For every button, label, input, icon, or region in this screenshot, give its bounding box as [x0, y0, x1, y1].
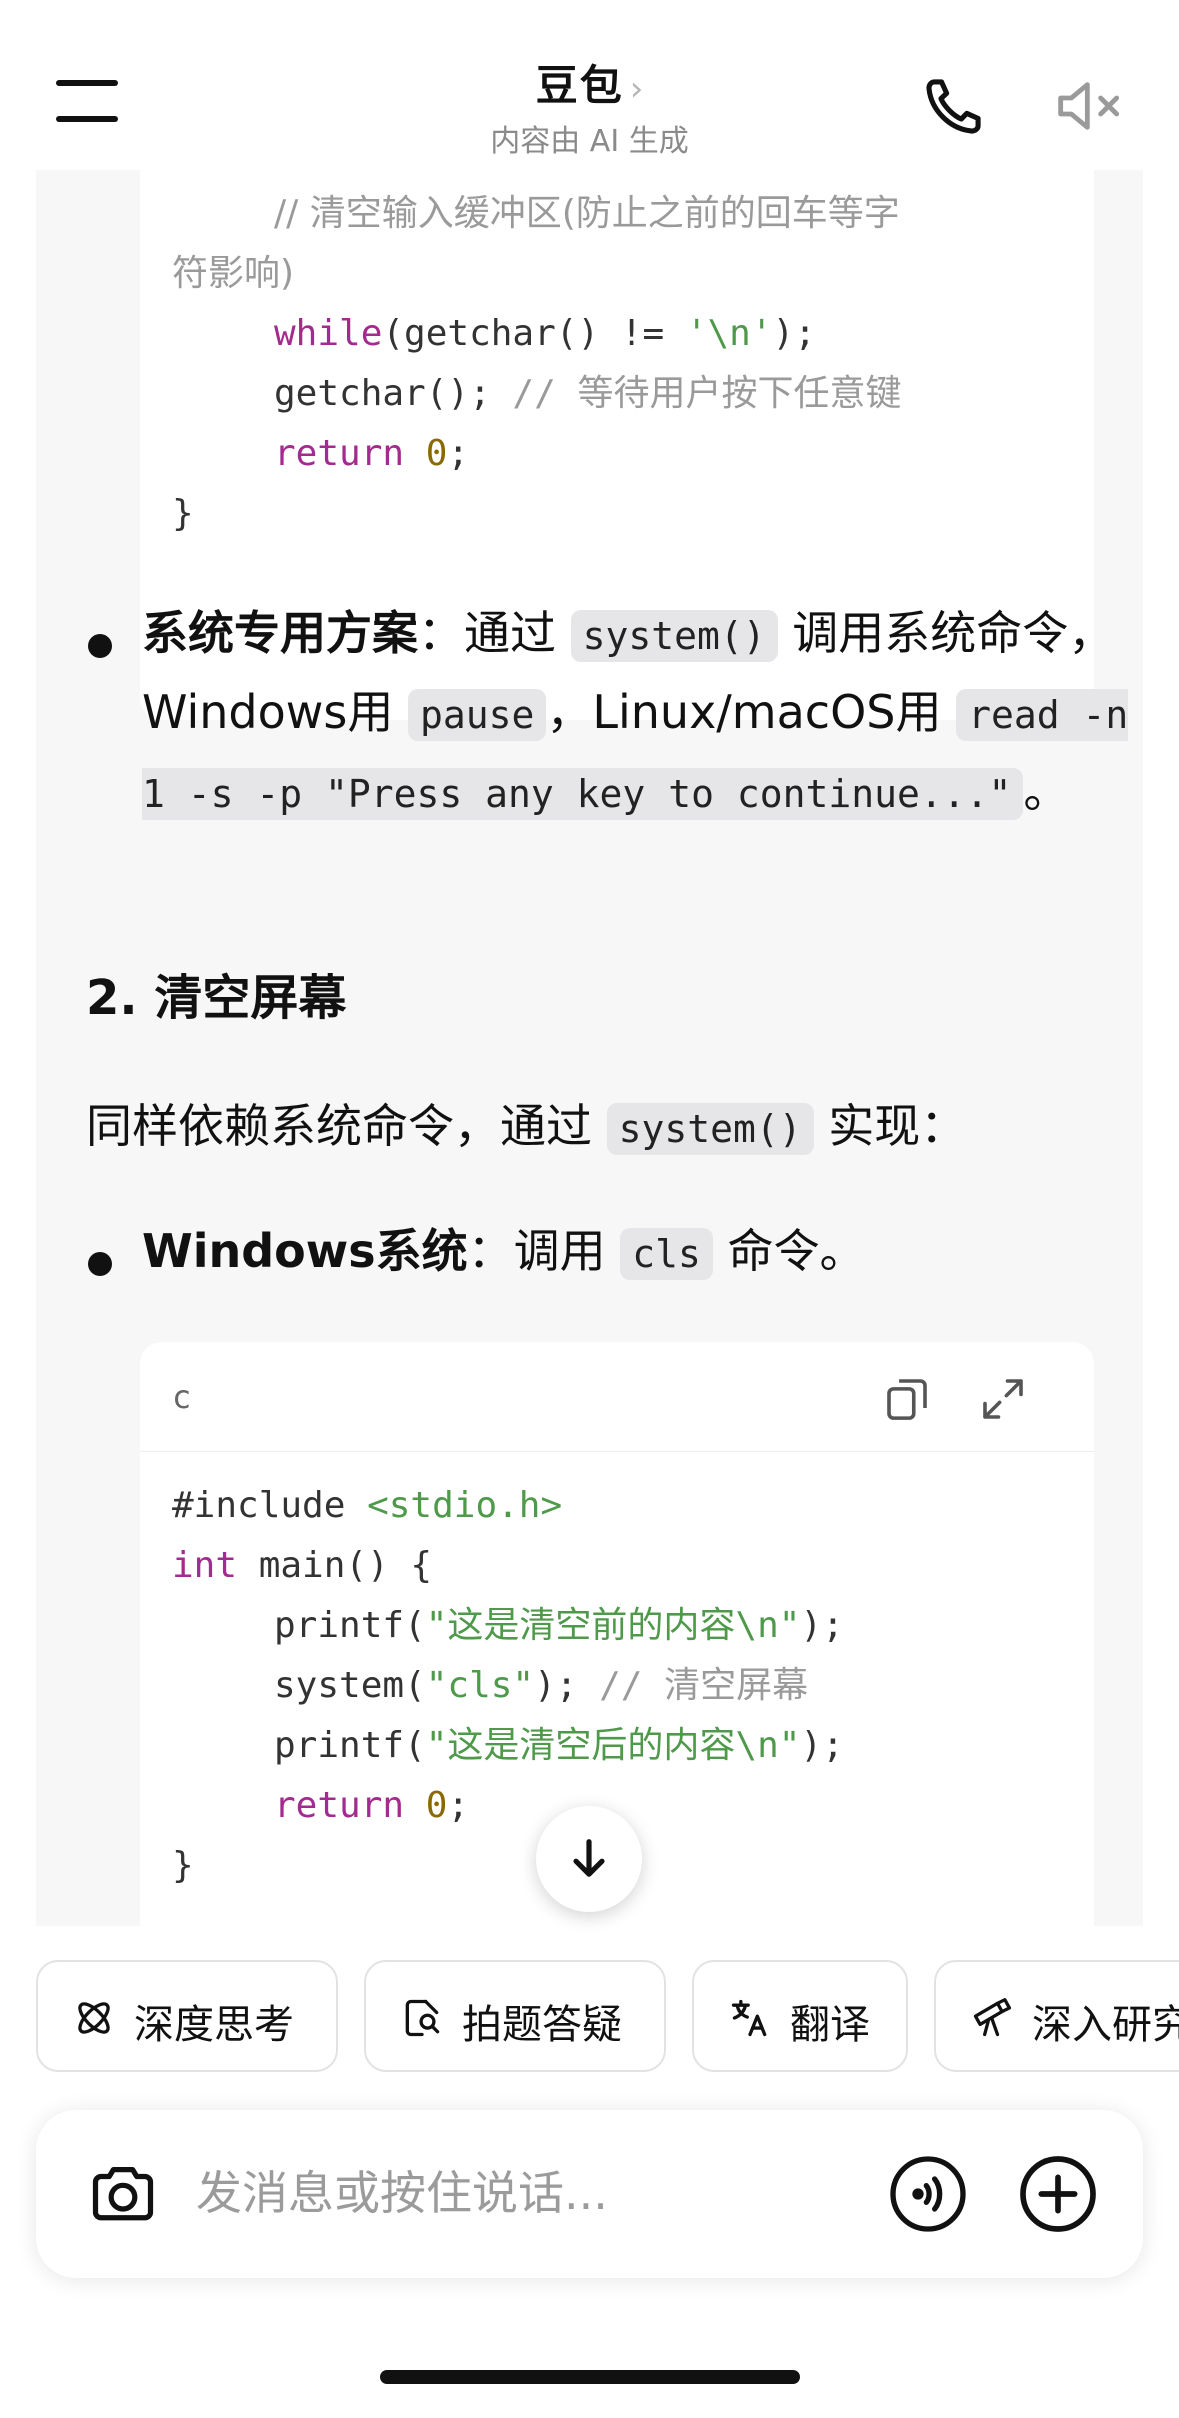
code-token: // 清空输入缓冲区(防止之前的回车等字 — [274, 193, 900, 234]
code-token: getchar(); — [274, 373, 513, 414]
inline-code: system() — [606, 1103, 814, 1155]
code-token: main() { — [237, 1545, 433, 1586]
atom-icon — [78, 2002, 110, 2034]
telescope-icon — [973, 1998, 1012, 2037]
conversation-title[interactable]: 豆包 › — [0, 52, 1179, 113]
code-token: int — [172, 1545, 238, 1586]
code-token: '\n' — [685, 313, 773, 354]
code-token: printf( — [274, 1605, 426, 1646]
chip-photo-question[interactable]: 拍题答疑 — [364, 1960, 666, 2072]
code-token: while — [274, 313, 383, 354]
code-token: (getchar() != — [382, 313, 686, 354]
message-input[interactable] — [196, 2158, 876, 2228]
code-token: <stdio.h> — [367, 1485, 563, 1526]
home-indicator — [380, 2370, 800, 2384]
section-heading: 2. 清空屏幕 — [86, 970, 347, 1026]
code-token: "cls" — [425, 1665, 535, 1706]
chip-deep-research[interactable]: 深入研究 — [934, 1960, 1179, 2072]
code-lines: // 清空输入缓冲区(防止之前的回车等字符影响) while(getchar() … — [140, 170, 1094, 544]
code-line: printf("这是清空前的内容\n"); — [172, 1596, 1094, 1656]
code-line: system("cls"); // 清空屏幕 — [172, 1656, 1094, 1716]
camera-icon[interactable] — [86, 2160, 160, 2226]
ai-generated-note: 内容由 AI 生成 — [490, 124, 689, 159]
chip-translate[interactable]: 翻译 — [692, 1960, 908, 2072]
code-token: 符影响) — [172, 253, 295, 294]
code-token: "这是清空前的内容\n" — [425, 1605, 801, 1646]
bullet-windows: Windows系统：调用 cls 命令。 — [142, 1224, 866, 1280]
speaker-muted-icon[interactable] — [1052, 74, 1128, 138]
chevron-right-icon: › — [629, 69, 644, 109]
code-language: c — [172, 1378, 192, 1416]
code-token: } — [172, 493, 194, 534]
top-bar: 豆包 › 内容由 AI 生成 — [0, 0, 1179, 170]
code-token: "这是清空后的内容\n" — [425, 1725, 801, 1766]
paragraph: 同样依赖系统命令，通过 system() 实现： — [86, 1099, 967, 1155]
code-token: // — [599, 1665, 665, 1706]
arrow-down-icon — [573, 1839, 605, 1877]
code-token: 0 — [425, 1785, 448, 1826]
code-token: 0 — [425, 433, 448, 474]
voice-call-icon[interactable] — [888, 2154, 968, 2234]
bullet-dot — [88, 634, 112, 658]
code-token: return — [274, 433, 405, 474]
code-token: #include — [172, 1485, 368, 1526]
code-header: c — [140, 1342, 1094, 1452]
inline-code: cls — [620, 1228, 713, 1280]
code-line: return 0; — [172, 424, 1094, 484]
bullet-system-solution: 系统专用方案：通过 system() 调用系统命令，Windows用 pause… — [142, 606, 1129, 820]
code-token: return — [274, 1785, 405, 1826]
quick-action-chips: 深度思考 拍题答疑 翻译 深入研究 — [0, 1960, 1179, 2078]
code-token: ; — [447, 1785, 470, 1826]
copy-icon[interactable] — [880, 1372, 934, 1426]
code-token: } — [172, 1845, 194, 1886]
bullet-dot — [88, 1252, 112, 1276]
translate-icon — [731, 1999, 767, 2037]
code-line: 符影响) — [172, 244, 1094, 304]
code-line: while(getchar() != '\n'); — [172, 304, 1094, 364]
code-line: } — [172, 484, 1094, 544]
code-line: int main() { — [172, 1536, 1094, 1596]
code-token: ); — [534, 1665, 600, 1706]
code-token: system( — [274, 1665, 426, 1706]
code-token: ; — [447, 433, 470, 474]
code-token: printf( — [274, 1725, 426, 1766]
code-line: getchar(); // 等待用户按下任意键 — [172, 364, 1094, 424]
code-token: ); — [800, 1605, 844, 1646]
code-token: // — [512, 373, 578, 414]
photo-question-icon — [405, 1999, 440, 2037]
scroll-to-bottom-button[interactable] — [536, 1806, 642, 1912]
code-token: 等待用户按下任意键 — [577, 373, 902, 414]
expand-icon[interactable] — [976, 1372, 1030, 1426]
code-token: ); — [800, 1725, 844, 1766]
inline-code: pause — [407, 689, 547, 741]
code-line: printf("这是清空后的内容\n"); — [172, 1716, 1094, 1776]
code-token: 清空屏幕 — [664, 1665, 809, 1706]
chat-content[interactable]: // 清空输入缓冲区(防止之前的回车等字符影响) while(getchar() … — [36, 170, 1143, 1926]
code-line: // 清空输入缓冲区(防止之前的回车等字 — [172, 184, 1094, 244]
message-composer — [36, 2110, 1143, 2278]
code-line: return 0; — [172, 1776, 1094, 1836]
app-title: 豆包 — [535, 61, 624, 110]
code-line: #include <stdio.h> — [172, 1476, 1094, 1536]
chip-deep-thinking[interactable]: 深度思考 — [36, 1960, 338, 2072]
phone-icon[interactable] — [920, 72, 988, 140]
plus-icon[interactable] — [1018, 2154, 1098, 2234]
code-token: ); — [772, 313, 816, 354]
inline-code: system() — [570, 610, 778, 662]
